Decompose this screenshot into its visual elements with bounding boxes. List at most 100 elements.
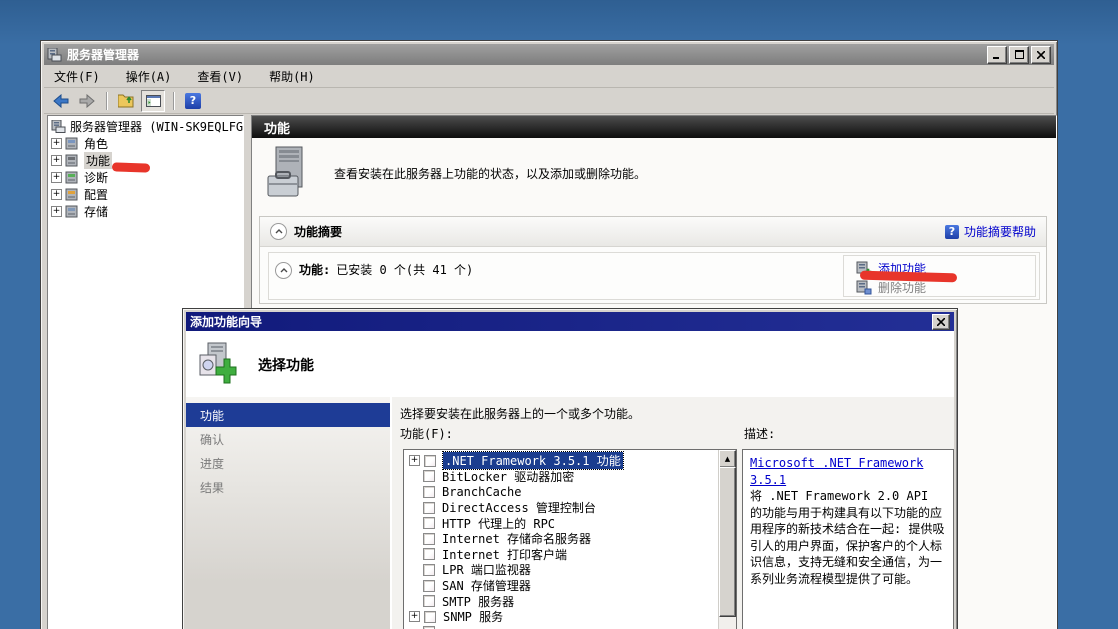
scroll-up-button[interactable]: ▲ [719, 450, 736, 468]
wizard-step-features[interactable]: 功能 [186, 403, 390, 427]
help-button[interactable]: ? [182, 91, 204, 111]
feature-row[interactable]: BranchCache [404, 484, 736, 500]
checkbox-icon[interactable] [423, 564, 435, 576]
feature-row[interactable]: HTTP 代理上的 RPC [404, 515, 736, 531]
feature-label: DirectAccess 管理控制台 [442, 499, 596, 516]
intro-section: 查看安装在此服务器上功能的状态，以及添加或删除功能。 [266, 146, 646, 200]
collapse-chevron-icon[interactable] [275, 262, 292, 279]
window-title: 服务器管理器 [67, 46, 139, 63]
description-panel: Microsoft .NET Framework 3.5.1 将 .NET Fr… [742, 449, 954, 629]
dialog-close-button[interactable] [932, 314, 950, 330]
menu-item-action[interactable]: 操作(A) [126, 68, 172, 85]
feature-row[interactable]: LPR 端口监视器 [404, 562, 736, 578]
toolbar-separator [173, 92, 174, 110]
forward-button[interactable] [76, 91, 98, 111]
wizard-step-results: 结果 [186, 475, 390, 499]
expand-plus-icon[interactable]: + [51, 189, 62, 200]
page-title-text: 功能 [264, 118, 290, 137]
feature-row[interactable]: SAN 存储管理器 [404, 578, 736, 594]
features-icon [65, 154, 80, 167]
checkbox-icon[interactable] [423, 580, 435, 592]
page-title: 功能 [252, 116, 1056, 138]
features-summary-help-link[interactable]: 功能摘要帮助 [964, 223, 1036, 240]
checkbox-icon[interactable] [424, 611, 436, 623]
feature-label: BitLocker 驱动器加密 [442, 468, 574, 485]
feature-row[interactable]: +SNMP 服务 [404, 609, 736, 625]
feature-row[interactable]: Internet 打印客户端 [404, 547, 736, 563]
checkbox-icon[interactable] [423, 517, 435, 529]
wizard-step-confirmation: 确认 [186, 427, 390, 451]
checkbox-icon[interactable] [424, 455, 436, 467]
feature-label: SMTP 服务器 [442, 593, 514, 610]
feature-label: .NET Framework 3.5.1 功能 [443, 452, 623, 469]
tree-item-root[interactable]: 服务器管理器 (WIN-SK9EQLFGIL [48, 118, 243, 135]
checkbox-icon[interactable] [423, 595, 435, 607]
feature-row[interactable]: Internet 存储命名服务器 [404, 531, 736, 547]
feature-row[interactable]: + .NET Framework 3.5.1 功能 [404, 453, 736, 469]
checkbox-icon[interactable] [423, 548, 435, 560]
collapse-chevron-icon[interactable] [270, 223, 287, 240]
back-arrow-icon [53, 94, 69, 108]
checkbox-icon[interactable] [423, 470, 435, 482]
add-features-wizard-dialog: 添加功能向导 选择功能 功能确认进度结果 选择要安装在此服务器上的一个或多个功能… [182, 308, 958, 629]
listbox-scrollbar[interactable]: ▲ [718, 450, 736, 629]
console-tree-button[interactable] [141, 90, 165, 112]
features-summary-header: 功能摘要 ? 功能摘要帮助 [260, 217, 1046, 247]
expand-plus-icon[interactable]: + [51, 138, 62, 149]
checkbox-icon[interactable] [423, 533, 435, 545]
checkbox-icon[interactable] [423, 502, 435, 514]
desktop: 服务器管理器 文件(F) 操作(A) 查看(V) 帮助(H) [0, 0, 1118, 629]
dialog-header: 选择功能 [186, 331, 954, 398]
folder-up-icon [118, 94, 135, 108]
features-count-label: 功能: [299, 261, 330, 278]
checkbox-icon[interactable] [423, 486, 435, 498]
expand-plus-icon[interactable]: + [51, 155, 62, 166]
expand-plus-icon[interactable]: + [409, 455, 420, 466]
maximize-button[interactable] [1009, 46, 1029, 64]
dialog-title-bar: 添加功能向导 [186, 312, 954, 331]
instruction-text: 选择要安装在此服务器上的一个或多个功能。 [400, 405, 640, 422]
feature-description-text: 将 .NET Framework 2.0 API 的功能与用于构建具有以下功能的… [750, 488, 946, 587]
tree-item-configuration[interactable]: +配置 [48, 186, 243, 203]
up-one-level-button[interactable] [115, 91, 137, 111]
tree-item-roles[interactable]: +角色 [48, 135, 243, 152]
features-list-label: 功能(F): [400, 425, 453, 442]
expand-plus-icon[interactable]: + [51, 206, 62, 217]
description-label: 描述: [744, 425, 775, 442]
feature-row[interactable]: SMTP 服务器 [404, 593, 736, 609]
close-icon [937, 318, 945, 326]
intro-text: 查看安装在此服务器上功能的状态，以及添加或删除功能。 [334, 165, 646, 182]
wizard-step-progress: 进度 [186, 451, 390, 475]
close-icon [1037, 51, 1045, 59]
feature-label: Internet 存储命名服务器 [442, 530, 591, 547]
console-tree-icon [146, 95, 161, 107]
tree-item-label: 功能 [84, 152, 112, 169]
toolbar: ? [44, 88, 1054, 114]
features-count-value: 已安装 0 个(共 41 个) [336, 261, 473, 278]
close-button[interactable] [1031, 46, 1051, 64]
back-button[interactable] [50, 91, 72, 111]
scrollbar-thumb[interactable] [719, 467, 736, 617]
feature-row[interactable]: DirectAccess 管理控制台 [404, 500, 736, 516]
menu-item-view[interactable]: 查看(V) [197, 68, 243, 85]
feature-label: SAN 存储管理器 [442, 577, 531, 594]
feature-label: BranchCache [442, 485, 521, 499]
feature-row[interactable]: BitLocker 驱动器加密 [404, 469, 736, 485]
features-listbox: + .NET Framework 3.5.1 功能BitLocker 驱动器加密B… [403, 449, 737, 629]
remove-features-link: 删除功能 [878, 279, 926, 296]
window-title-bar: 服务器管理器 [44, 44, 1054, 65]
diagnostics-icon [65, 171, 80, 184]
tree-item-label: 存储 [84, 203, 108, 220]
menu-item-file[interactable]: 文件(F) [54, 68, 100, 85]
expand-plus-icon[interactable]: + [409, 611, 420, 622]
tree-item-storage[interactable]: + 存储 [48, 203, 243, 220]
expand-plus-icon[interactable]: + [51, 172, 62, 183]
menu-item-help[interactable]: 帮助(H) [269, 68, 315, 85]
minimize-button[interactable] [987, 46, 1007, 64]
dialog-heading: 选择功能 [258, 355, 314, 375]
feature-label: HTTP 代理上的 RPC [442, 515, 555, 532]
feature-description-link[interactable]: Microsoft .NET Framework 3.5.1 [750, 456, 923, 487]
feature-label: LPR 端口监视器 [442, 561, 531, 578]
dialog-main-area: 选择要安装在此服务器上的一个或多个功能。 功能(F): 描述: + .NET Fr… [392, 397, 954, 629]
tree-item-label: 诊断 [84, 169, 108, 186]
